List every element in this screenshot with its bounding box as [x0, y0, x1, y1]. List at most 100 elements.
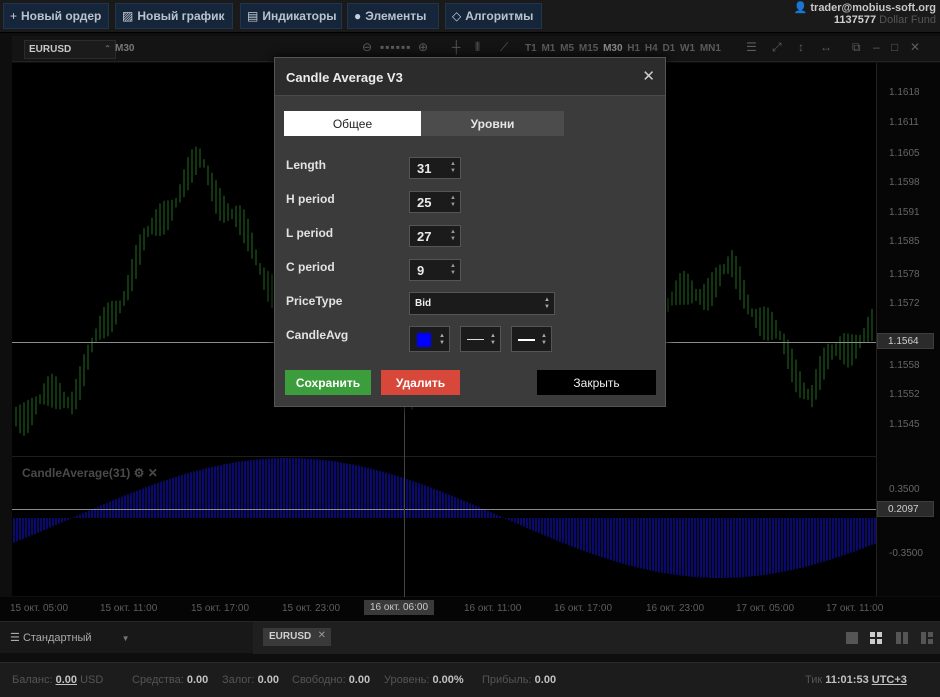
indicator-settings-dialog: Candle Average V3 ✕ Общее Уровни Length …	[274, 57, 666, 407]
length-label: Length	[286, 158, 326, 172]
price-tick: 1.1618	[889, 87, 920, 98]
timeframe-h1[interactable]: H1	[627, 43, 640, 54]
plus-icon: +	[10, 9, 18, 23]
chevron-down-icon: ▼	[121, 634, 130, 643]
line-width-select[interactable]: ▲ ▼	[511, 326, 552, 352]
gear-icon[interactable]: ⚙	[134, 466, 145, 480]
timeframe-t1[interactable]: T1	[525, 43, 537, 54]
close-chart-icon[interactable]: ✕	[910, 40, 920, 54]
timeframe-m15[interactable]: M15	[579, 43, 598, 54]
timeframe-d1[interactable]: D1	[662, 43, 675, 54]
timezone-select[interactable]: UTC+3	[872, 674, 907, 686]
c-period-label: C period	[286, 260, 335, 274]
stepper-arrows-icon[interactable]: ▲ ▼	[450, 195, 456, 209]
margin: Залог: 0.00	[222, 674, 279, 686]
save-button[interactable]: Сохранить	[285, 370, 371, 395]
detach-icon[interactable]: ⧉	[852, 40, 861, 55]
layout-grid-icon[interactable]	[870, 632, 882, 644]
margin-level: Уровень: 0.00%	[384, 674, 464, 686]
l-period-stepper[interactable]: 27 ▲ ▼	[409, 225, 461, 247]
expand-icon[interactable]: ⤢	[772, 40, 782, 55]
dialog-header[interactable]: Candle Average V3 ✕	[275, 58, 665, 96]
stepper-arrows-icon[interactable]: ▲ ▼	[450, 161, 456, 175]
price-tick: 1.1558	[889, 360, 920, 371]
length-stepper[interactable]: 31 ▲ ▼	[409, 157, 461, 179]
tab-strip	[253, 622, 940, 654]
cursor-tool-icon[interactable]: ┼	[452, 40, 461, 54]
close-button[interactable]: Закрыть	[537, 370, 656, 395]
timeframe-m1[interactable]: M1	[541, 43, 555, 54]
chart-tabs-bar: ☰ Стандартный ▼ EURUSD ✕	[0, 621, 940, 654]
price-tick: 1.1545	[889, 419, 920, 430]
time-tick: 17 окт. 05:00	[736, 603, 795, 614]
time-tick: 15 окт. 23:00	[282, 603, 341, 614]
new-order-button[interactable]: + Новый ордер	[3, 3, 109, 29]
trendline-icon[interactable]: ⟋	[500, 40, 508, 55]
time-tick: 15 окт. 05:00	[10, 603, 69, 614]
delete-button[interactable]: Удалить	[381, 370, 460, 395]
zoom-out-icon[interactable]: ⊖	[362, 40, 372, 54]
tab-levels[interactable]: Уровни	[421, 111, 564, 136]
time-tick: 15 окт. 11:00	[100, 603, 158, 614]
select-arrows-icon: ▲ ▼	[439, 333, 445, 346]
timeframe-mn1[interactable]: MN1	[700, 43, 721, 54]
color-picker[interactable]: ▲ ▼	[409, 326, 450, 352]
zoom-in-icon[interactable]: ⊕	[418, 40, 428, 54]
timeframe-m5[interactable]: M5	[560, 43, 574, 54]
price-tick: 1.1605	[889, 148, 920, 159]
line-style-select[interactable]: ▲ ▼	[460, 326, 501, 352]
vertical-line-icon[interactable]: ⫴	[475, 40, 480, 55]
line-width-icon	[518, 339, 535, 341]
menu-icon: ☰	[10, 632, 20, 644]
zoom-slider[interactable]: ▪▪▪▪▪▪	[380, 40, 412, 54]
close-tab-icon[interactable]: ✕	[318, 630, 326, 641]
tab-eurusd[interactable]: EURUSD ✕	[263, 628, 331, 646]
workspace-select[interactable]: ☰ Стандартный ▼	[10, 631, 130, 644]
user-icon: 👤	[793, 2, 808, 14]
price-tick: 1.1598	[889, 177, 920, 188]
settings-list-icon[interactable]: ☰	[746, 40, 757, 54]
stepper-arrows-icon[interactable]: ▲ ▼	[450, 229, 456, 243]
stepper-arrows-icon[interactable]: ▲ ▼	[450, 263, 456, 277]
timeframe-w1[interactable]: W1	[680, 43, 695, 54]
account-info[interactable]: 👤 trader@mobius-soft.org 1137577 Dollar …	[794, 1, 936, 26]
timeframe-m30[interactable]: M30	[603, 43, 622, 54]
price-type-select[interactable]: Bid ▲ ▼	[409, 292, 555, 315]
indicator-crosshair	[12, 509, 876, 510]
indicators-button[interactable]: ▤ Индикаторы	[240, 3, 342, 29]
select-arrows-icon: ▲ ▼	[541, 333, 547, 346]
profit: Прибыль: 0.00	[482, 674, 557, 686]
layout-single-icon[interactable]	[846, 632, 858, 644]
indicator-name: CandleAverage(31)	[22, 466, 131, 480]
chart-icon: ▨	[122, 9, 134, 23]
pane-divider[interactable]	[12, 456, 876, 457]
tab-general[interactable]: Общее	[284, 111, 421, 136]
price-tick: 1.1611	[889, 117, 919, 128]
funds: Средства: 0.00	[132, 674, 209, 686]
maximize-icon[interactable]: □	[891, 40, 898, 54]
price-tick: 1.1578	[889, 269, 920, 280]
dialog-tabs: Общее Уровни	[284, 111, 564, 136]
minimize-icon[interactable]: –	[873, 40, 880, 54]
time-crosshair	[404, 407, 405, 597]
timeframe-h4[interactable]: H4	[645, 43, 658, 54]
account-fund: Dollar Fund	[879, 14, 936, 26]
c-period-stepper[interactable]: 9 ▲ ▼	[409, 259, 461, 281]
close-indicator-icon[interactable]: ✕	[148, 466, 158, 480]
symbol-select[interactable]: EURUSD ⌃	[24, 40, 116, 59]
new-chart-button[interactable]: ▨ Новый график	[115, 3, 233, 29]
algorithms-button[interactable]: ◇ Алгоритмы	[445, 3, 542, 29]
h-period-stepper[interactable]: 25 ▲ ▼	[409, 191, 461, 213]
current-price-label: 1.1564	[877, 333, 934, 349]
horizontal-resize-icon[interactable]: ↔	[820, 40, 832, 54]
balance: Баланс: 0.00 USD	[12, 674, 104, 686]
layout-columns-icon[interactable]	[896, 632, 908, 644]
timeframe-list[interactable]: T1 M1 M5 M15 M30 H1 H4 D1 W1 MN1	[525, 43, 721, 54]
vertical-resize-icon[interactable]: ↕	[798, 40, 804, 54]
dialog-title: Candle Average V3	[286, 70, 403, 85]
close-icon[interactable]: ✕	[642, 67, 655, 85]
elements-button[interactable]: ● Элементы	[347, 3, 439, 29]
price-type-label: PriceType	[286, 294, 343, 308]
layout-split-icon[interactable]	[921, 632, 933, 644]
price-tick: 1.1552	[889, 389, 920, 400]
